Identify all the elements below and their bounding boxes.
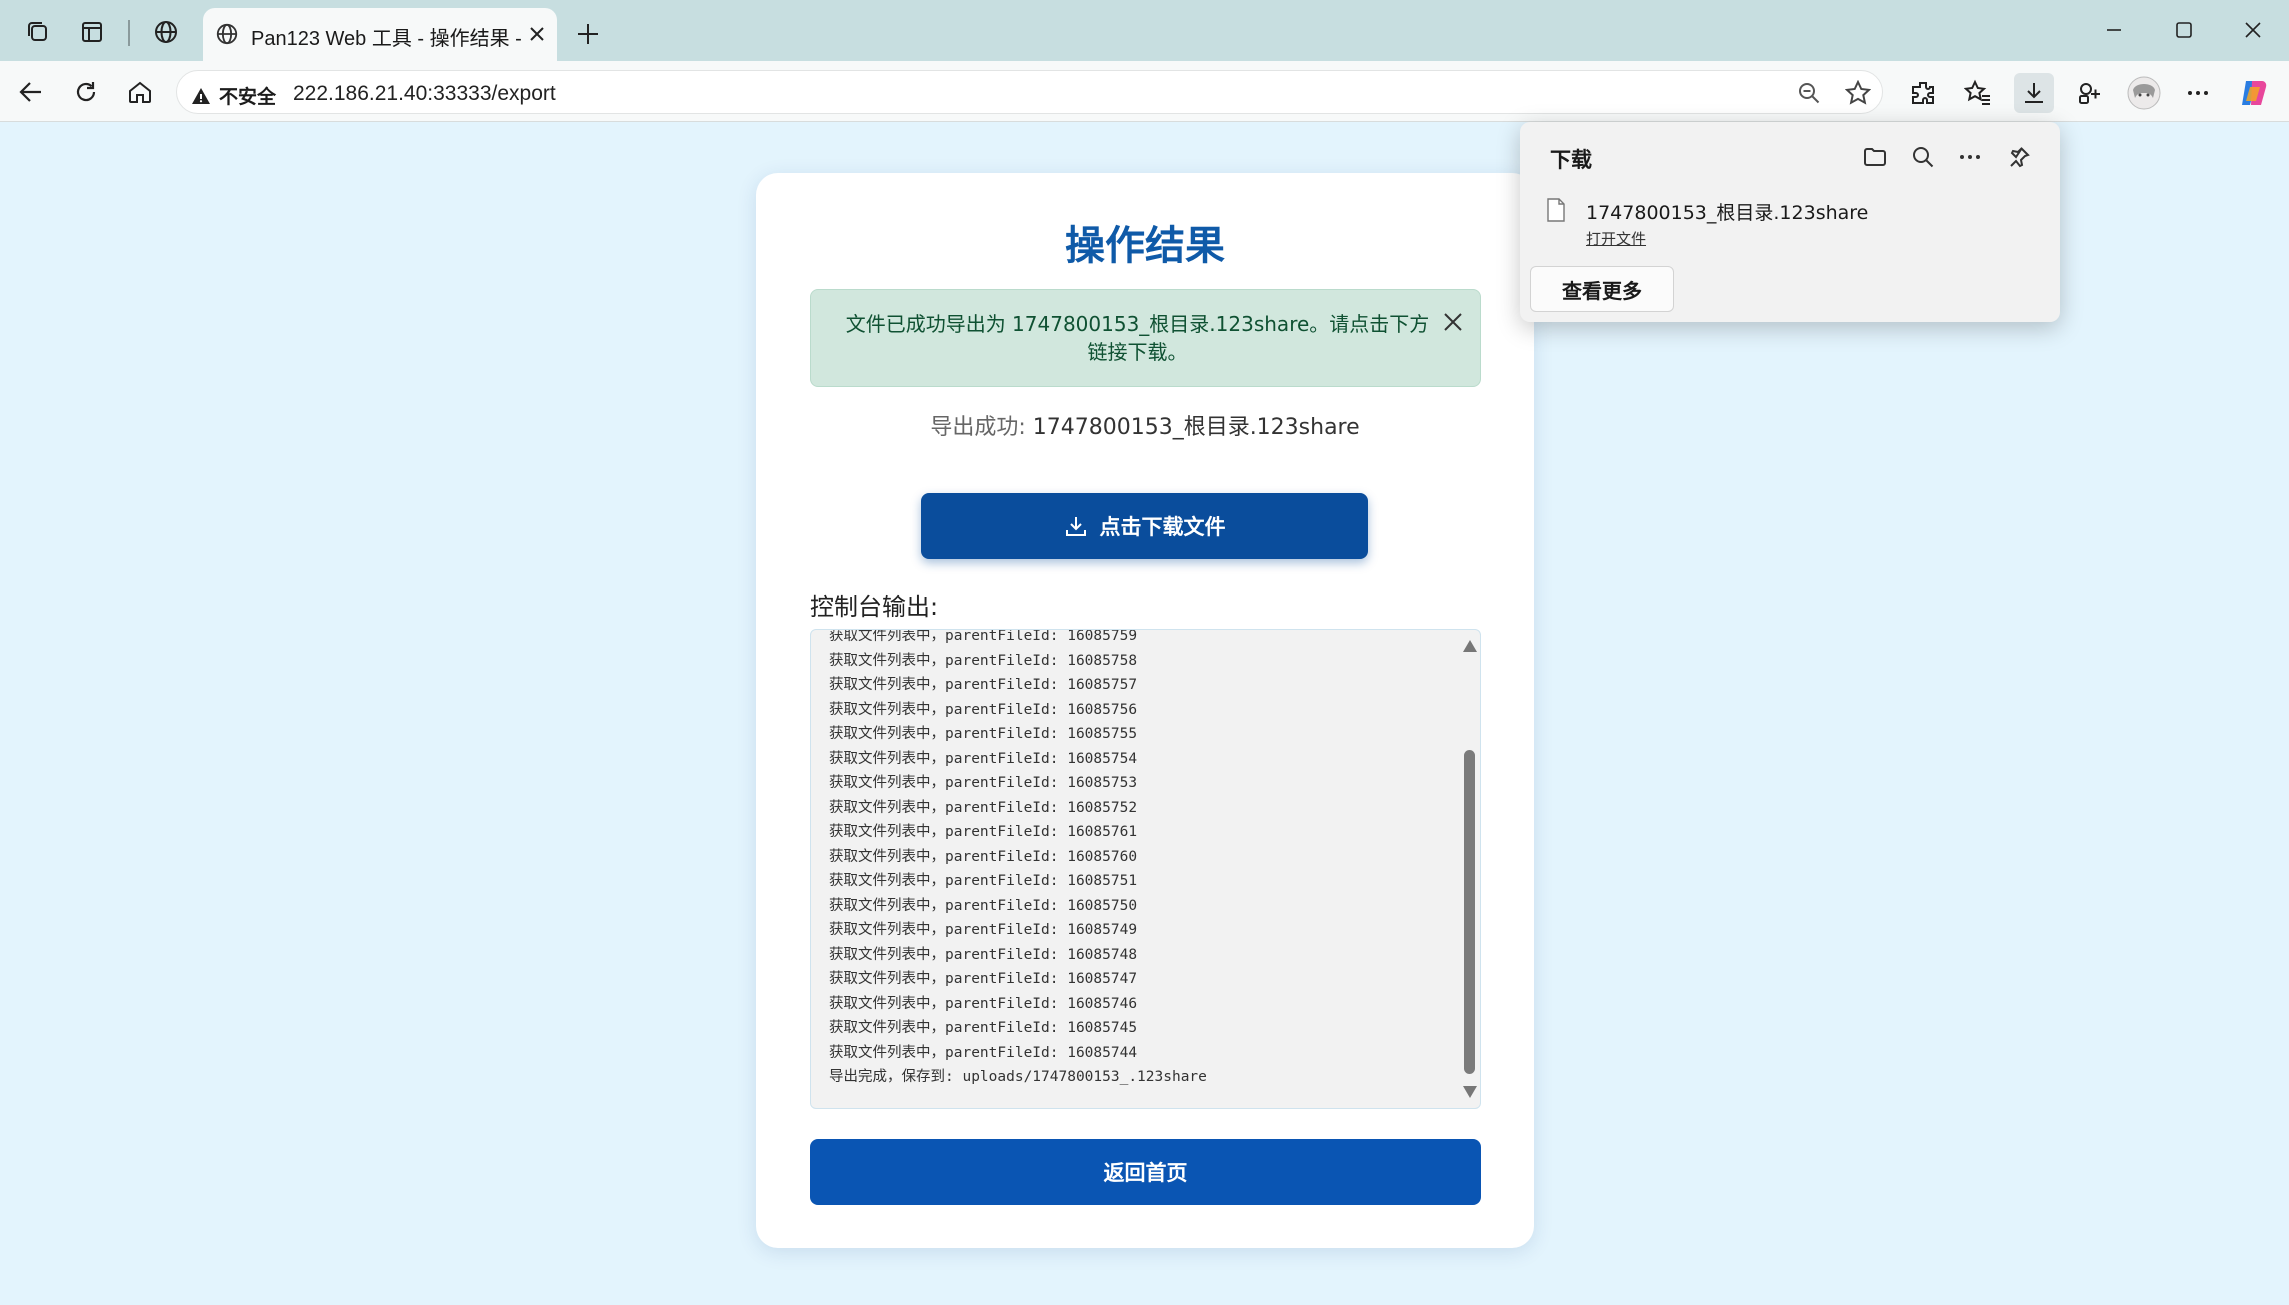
more-menu-icon[interactable] [2178,73,2218,113]
console-line: 获取文件列表中，parentFileId: 16085745 [829,1020,1138,1036]
alert-close-icon[interactable] [1439,308,1467,336]
downloads-title: 下载 [1550,148,1592,172]
console-label: 控制台输出: [810,593,939,621]
downloads-panel: 下载 1747800153_根目录.123share 打开文件 查看更多 [1520,122,2060,322]
console-lines: 获取文件列表中，parentFileId: 16085759 获取文件列表中，pa… [829,629,1449,1090]
downloads-more-icon[interactable] [1953,140,1987,174]
alert-message: 文件已成功导出为 1747800153_根目录.123share。请点击下方链接… [845,312,1430,364]
insecure-indicator[interactable]: 不安全 [191,82,276,109]
scroll-down-arrow-icon[interactable] [1463,1086,1477,1098]
console-line: 获取文件列表中，parentFileId: 16085761 [829,824,1138,840]
console-line: 获取文件列表中，parentFileId: 16085759 [829,629,1138,644]
console-line: 获取文件列表中，parentFileId: 16085753 [829,775,1138,791]
success-alert: 文件已成功导出为 1747800153_根目录.123share。请点击下方链接… [810,289,1481,387]
download-file-name[interactable]: 1747800153_根目录.123share [1586,198,1868,225]
globe-icon[interactable] [148,14,184,50]
home-icon[interactable] [121,73,159,111]
insecure-label: 不安全 [219,86,277,108]
console-line: 导出完成，保存到: uploads/1747800153_.123share [829,1069,1207,1085]
see-more-button[interactable]: 查看更多 [1530,266,1674,312]
console-line: 获取文件列表中，parentFileId: 16085747 [829,971,1138,987]
console-line: 获取文件列表中，parentFileId: 16085751 [829,873,1138,889]
tab-actions-icon[interactable] [74,14,110,50]
copilot-icon[interactable] [2234,73,2274,113]
console-line: 获取文件列表中，parentFileId: 16085755 [829,726,1138,742]
search-downloads-icon[interactable] [1906,140,1940,174]
address-bar[interactable]: 不安全 222.186.21.40:33333/export [176,70,1883,114]
close-window-button[interactable] [2229,10,2277,50]
console-line: 获取文件列表中，parentFileId: 16085754 [829,750,1138,767]
return-home-button[interactable]: 返回首页 [810,1139,1481,1205]
tab-globe-icon [215,22,239,50]
open-file-link[interactable]: 打开文件 [1586,228,1646,249]
pin-icon[interactable] [2002,140,2036,174]
console-line: 获取文件列表中，parentFileId: 16085749 [829,922,1138,938]
tab-separator [128,20,130,46]
favorite-star-icon[interactable] [1843,78,1873,108]
tab-active[interactable]: Pan123 Web 工具 - 操作结果 - GitHub [203,8,557,61]
downloads-icon[interactable] [2014,73,2054,113]
file-icon [1546,198,1566,226]
tab-close-icon[interactable] [525,22,549,46]
minimize-button[interactable] [2090,10,2138,50]
console-line: 获取文件列表中，parentFileId: 16085750 [829,897,1138,914]
scroll-up-arrow-icon[interactable] [1463,640,1477,652]
extensions-icon[interactable] [1903,73,1943,113]
download-icon [1065,517,1086,536]
avatar[interactable] [2124,73,2164,113]
console-line: 获取文件列表中，parentFileId: 16085746 [829,995,1138,1012]
download-button-label: 点击下载文件 [1099,515,1226,539]
page-title: 操作结果 [1065,223,1225,269]
zoom-out-icon[interactable] [1794,78,1824,108]
back-button[interactable] [12,73,50,111]
console-line: 获取文件列表中，parentFileId: 16085756 [829,701,1138,718]
console-output[interactable]: 获取文件列表中，parentFileId: 16085759 获取文件列表中，pa… [810,629,1481,1109]
console-line: 获取文件列表中，parentFileId: 16085760 [829,848,1138,865]
export-success-line: 导出成功: 1747800153_根目录.123share [756,409,1534,441]
warning-icon [192,87,210,104]
tab-title: Pan123 Web 工具 - 操作结果 - GitHub [251,28,523,50]
title-bar: Pan123 Web 工具 - 操作结果 - GitHub [0,0,2289,61]
browser-toolbar: 不安全 222.186.21.40:33333/export [0,61,2289,122]
new-tab-button[interactable] [568,16,608,52]
favorites-icon[interactable] [1958,73,1998,113]
browser-essentials-icon[interactable] [2070,73,2110,113]
refresh-button[interactable] [67,73,105,111]
console-line: 获取文件列表中，parentFileId: 16085757 [829,677,1138,693]
maximize-button[interactable] [2160,10,2208,50]
success-label: 导出成功: [930,415,1033,440]
open-folder-icon[interactable] [1858,140,1892,174]
console-line: 获取文件列表中，parentFileId: 16085748 [829,946,1138,963]
url-text[interactable]: 222.186.21.40:33333/export [293,82,556,106]
result-card: 操作结果 文件已成功导出为 1747800153_根目录.123share。请点… [756,173,1534,1248]
console-scrollbar[interactable] [1458,630,1480,1108]
download-file-button[interactable]: 点击下载文件 [921,493,1368,559]
workspaces-icon[interactable] [20,14,56,50]
console-line: 获取文件列表中，parentFileId: 16085744 [829,1044,1138,1061]
console-line: 获取文件列表中，parentFileId: 16085752 [829,799,1138,816]
console-line: 获取文件列表中，parentFileId: 16085758 [829,652,1138,669]
success-file-name: 1747800153_根目录.123share [1032,415,1360,440]
scroll-thumb[interactable] [1464,750,1475,1074]
